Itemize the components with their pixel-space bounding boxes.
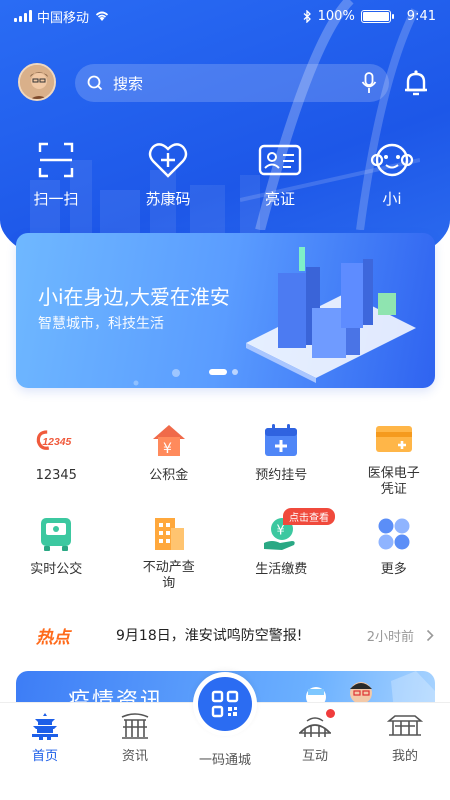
battery-icon xyxy=(360,9,394,23)
tab-qr-label: 一码通城 xyxy=(198,753,251,768)
housing-fund-icon: ¥ xyxy=(152,425,185,457)
quick-scan[interactable]: 扫一扫 xyxy=(0,140,112,209)
quick-assistant-label: 小i xyxy=(382,190,402,208)
bell-icon[interactable] xyxy=(401,68,431,98)
home-icon xyxy=(32,713,58,740)
scan-icon xyxy=(38,142,74,178)
hot-time: 2小时前 xyxy=(366,629,414,645)
microphone-icon[interactable] xyxy=(361,72,377,94)
tab-home-label: 首页 xyxy=(31,749,58,764)
hot-headline[interactable]: 9月18日，淮安试鸣防空警报! xyxy=(116,625,302,645)
qr-code-icon xyxy=(211,690,239,718)
tab-news-label: 资讯 xyxy=(121,749,148,764)
bluetooth-icon xyxy=(303,9,311,23)
tab-interact-label: 互动 xyxy=(301,749,328,764)
service-12345[interactable]: 12345 12345 xyxy=(0,420,113,498)
chevron-right-icon[interactable] xyxy=(426,629,434,642)
quick-id[interactable]: 亮证 xyxy=(224,140,336,209)
quick-health-code[interactable]: 苏康码 xyxy=(112,140,224,209)
more-icon xyxy=(378,518,410,550)
svg-text:12345: 12345 xyxy=(43,437,72,448)
clock: 9:41 xyxy=(406,8,436,24)
battery-percent: 100% xyxy=(317,8,355,24)
avatar[interactable] xyxy=(18,63,56,101)
quick-actions: 扫一扫 苏康码 亮证 小i xyxy=(0,140,450,209)
service-medical-insurance-label: 医保电子凭证 xyxy=(367,466,420,497)
tab-interact[interactable]: 互动 xyxy=(270,703,360,800)
smart-city-illustration xyxy=(133,247,416,386)
real-estate-icon xyxy=(154,518,184,550)
quick-health-code-label: 苏康码 xyxy=(145,190,191,208)
service-appointment-label: 预约挂号 xyxy=(255,468,308,483)
service-appointment[interactable]: 预约挂号 xyxy=(225,420,338,498)
id-card-icon xyxy=(258,144,302,176)
tab-news[interactable]: 资讯 xyxy=(90,703,180,800)
service-more-label: 更多 xyxy=(380,562,407,577)
service-bus-label: 实时公交 xyxy=(30,562,83,577)
carousel-indicator xyxy=(209,369,238,375)
service-bus[interactable]: 实时公交 xyxy=(0,514,113,592)
profile-icon xyxy=(387,715,423,736)
qr-code-button[interactable] xyxy=(193,672,257,736)
service-grid: 12345 12345 ¥ 公积金 预约挂号 医保电子凭证 实时公交 不动产查询… xyxy=(0,420,450,592)
banner-subtitle: 智慧城市，科技生活 xyxy=(38,316,164,332)
tab-profile-label: 我的 xyxy=(391,749,418,764)
appointment-icon xyxy=(265,424,298,456)
tab-profile[interactable]: 我的 xyxy=(360,703,450,800)
battery-fill xyxy=(362,11,389,21)
carousel-dot-active xyxy=(209,369,227,375)
svg-text:¥: ¥ xyxy=(163,441,172,457)
status-bar: 中国移动 100% 9:41 xyxy=(0,0,450,32)
service-real-estate[interactable]: 不动产查询 xyxy=(113,514,226,592)
search-icon xyxy=(87,75,103,91)
service-housing-fund-label: 公积金 xyxy=(149,468,189,483)
service-payment[interactable]: ¥ 点击查看 生活缴费 xyxy=(225,508,338,592)
hotline-12345-icon: 12345 xyxy=(37,430,72,450)
tab-home[interactable]: 首页 xyxy=(0,703,90,800)
signal-icon xyxy=(14,10,32,22)
carousel-dot xyxy=(232,369,238,375)
quick-scan-label: 扫一扫 xyxy=(33,190,79,208)
quick-assistant[interactable]: 小i xyxy=(336,140,448,209)
search-placeholder: 搜索 xyxy=(113,74,144,93)
service-12345-label: 12345 xyxy=(35,468,77,483)
service-payment-label: 生活缴费 xyxy=(255,562,308,577)
medical-insurance-icon xyxy=(375,426,412,452)
service-housing-fund[interactable]: ¥ 公积金 xyxy=(113,420,226,498)
svg-text:¥: ¥ xyxy=(277,524,285,539)
service-more[interactable]: 更多 xyxy=(338,514,450,592)
health-code-icon xyxy=(148,143,188,178)
hot-tag: 热点 xyxy=(36,627,70,648)
carrier-label: 中国移动 xyxy=(37,10,90,26)
bus-icon xyxy=(41,518,72,551)
news-icon xyxy=(121,713,149,739)
payment-badge[interactable]: 点击查看 xyxy=(283,508,335,525)
service-real-estate-label: 不动产查询 xyxy=(142,560,195,591)
service-medical-insurance[interactable]: 医保电子凭证 xyxy=(338,420,450,498)
assistant-icon xyxy=(370,143,414,177)
notification-dot xyxy=(326,709,335,718)
wifi-icon xyxy=(95,11,109,21)
quick-id-label: 亮证 xyxy=(264,190,295,208)
hot-news-bar[interactable]: 热点 9月18日，淮安试鸣防空警报! 2小时前 xyxy=(0,615,450,655)
search-bar[interactable]: 搜索 xyxy=(75,64,389,102)
banner-title: 小i在身边,大爱在淮安 xyxy=(38,285,230,309)
promo-banner[interactable]: 小i在身边,大爱在淮安 智慧城市，科技生活 xyxy=(16,233,435,388)
